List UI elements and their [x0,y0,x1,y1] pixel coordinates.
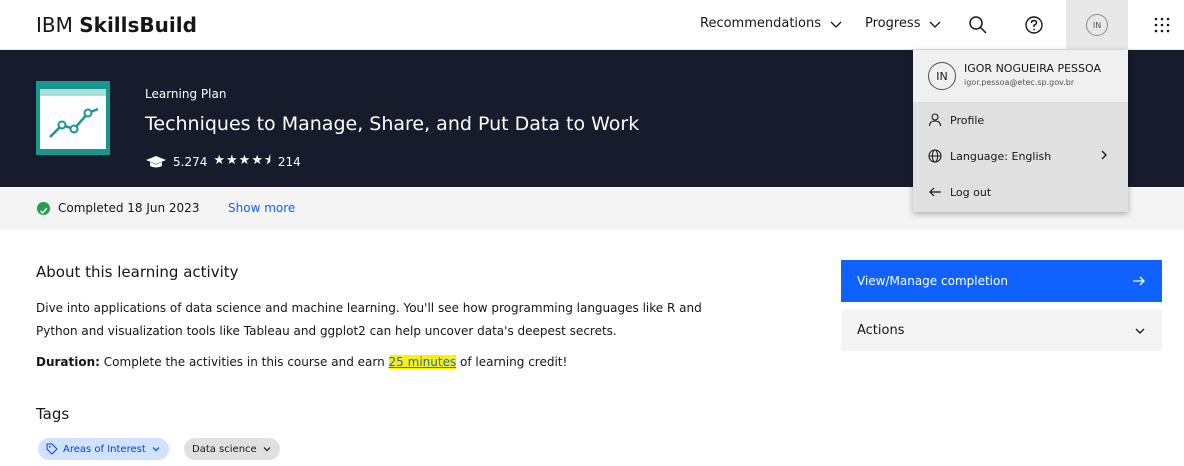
profile-dropdown-menu: IN IGOR NOGUEIRA PESSOA igor.pessoa@etec… [913,50,1128,212]
course-thumbnail [36,81,110,155]
help-icon [1025,16,1043,34]
brand-prefix: IBM [36,13,73,37]
profile-header: IN IGOR NOGUEIRA PESSOA igor.pessoa@etec… [913,50,1128,102]
duration-pre: Complete the activities in this course a… [103,355,385,369]
globe-icon [928,149,942,163]
chart-thumbnail-icon [40,89,106,149]
search-button[interactable] [954,0,1002,50]
show-more-link[interactable]: Show more [228,201,295,215]
course-stats: 5.274 ★★★★⯨ 214 [145,151,301,173]
menu-item-label: Profile [950,113,985,127]
star-rating-icon: ★★★★⯨ [213,153,272,168]
chevron-down-icon [830,21,842,28]
about-description: Dive into applications of data science a… [36,301,702,338]
tag-areas-of-interest[interactable]: Areas of Interest [38,438,169,460]
user-icon [928,113,942,127]
chevron-down-icon [263,447,271,452]
help-button[interactable] [1010,0,1058,50]
rating-count: 214 [277,155,301,169]
chevron-right-icon [1101,150,1107,160]
recommendations-label: Recommendations [700,16,822,31]
actions-label: Actions [857,323,905,338]
tag-label: Data science [192,443,257,455]
tag-data-science[interactable]: Data science [184,438,280,460]
arrow-right-icon [1133,276,1145,286]
checkmark-icon [37,202,50,215]
menu-item-logout[interactable]: Log out [913,174,1128,210]
completion-date: Completed 18 Jun 2023 [58,201,200,215]
page-title: Techniques to Manage, Share, and Put Dat… [145,113,640,135]
app-switcher-button[interactable] [1138,0,1184,50]
tags-heading: Tags [36,405,70,423]
arrow-left-icon [929,187,941,197]
actions-dropdown[interactable]: Actions [841,310,1162,351]
brand-logo[interactable]: IBM SkillsBuild [36,13,197,37]
progress-menu[interactable]: Progress [865,16,942,31]
menu-item-profile[interactable]: Profile [913,102,1128,138]
duration-text: Duration: Complete the activities in thi… [36,355,567,369]
user-avatar-button[interactable]: IN [1066,0,1128,50]
recommendations-menu[interactable]: Recommendations [700,16,843,31]
learner-count: 5.274 [173,155,208,169]
app-grid-icon [1154,17,1170,33]
menu-item-label: Language: English [950,149,1052,163]
graduation-cap-icon [146,156,166,168]
user-name: IGOR NOGUEIRA PESSOA [964,62,1101,75]
chevron-down-icon [930,21,941,28]
chevron-down-icon [152,447,160,452]
avatar: IN [1086,14,1108,36]
activity-type-label: Learning Plan [145,87,227,101]
view-manage-completion-button[interactable]: View/Manage completion [841,260,1162,302]
duration-post: of learning credit! [460,355,568,369]
menu-item-label: Log out [950,185,992,199]
top-navigation: IBM SkillsBuild Recommendations Progress… [0,0,1184,50]
duration-label: Duration: [36,355,100,369]
chevron-down-icon [1135,328,1145,334]
avatar: IN [928,62,956,90]
user-email: igor.pessoa@etec.sp.gov.br [964,78,1075,87]
brand-name: SkillsBuild [79,13,197,37]
progress-label: Progress [865,16,921,31]
about-heading: About this learning activity [36,263,239,281]
search-icon [969,16,987,34]
menu-item-language[interactable]: Language: English [913,138,1128,174]
duration-highlight: 25 minutes [388,355,457,369]
tag-label: Areas of Interest [63,443,146,455]
tag-icon [46,443,58,455]
view-manage-label: View/Manage completion [857,274,1008,288]
